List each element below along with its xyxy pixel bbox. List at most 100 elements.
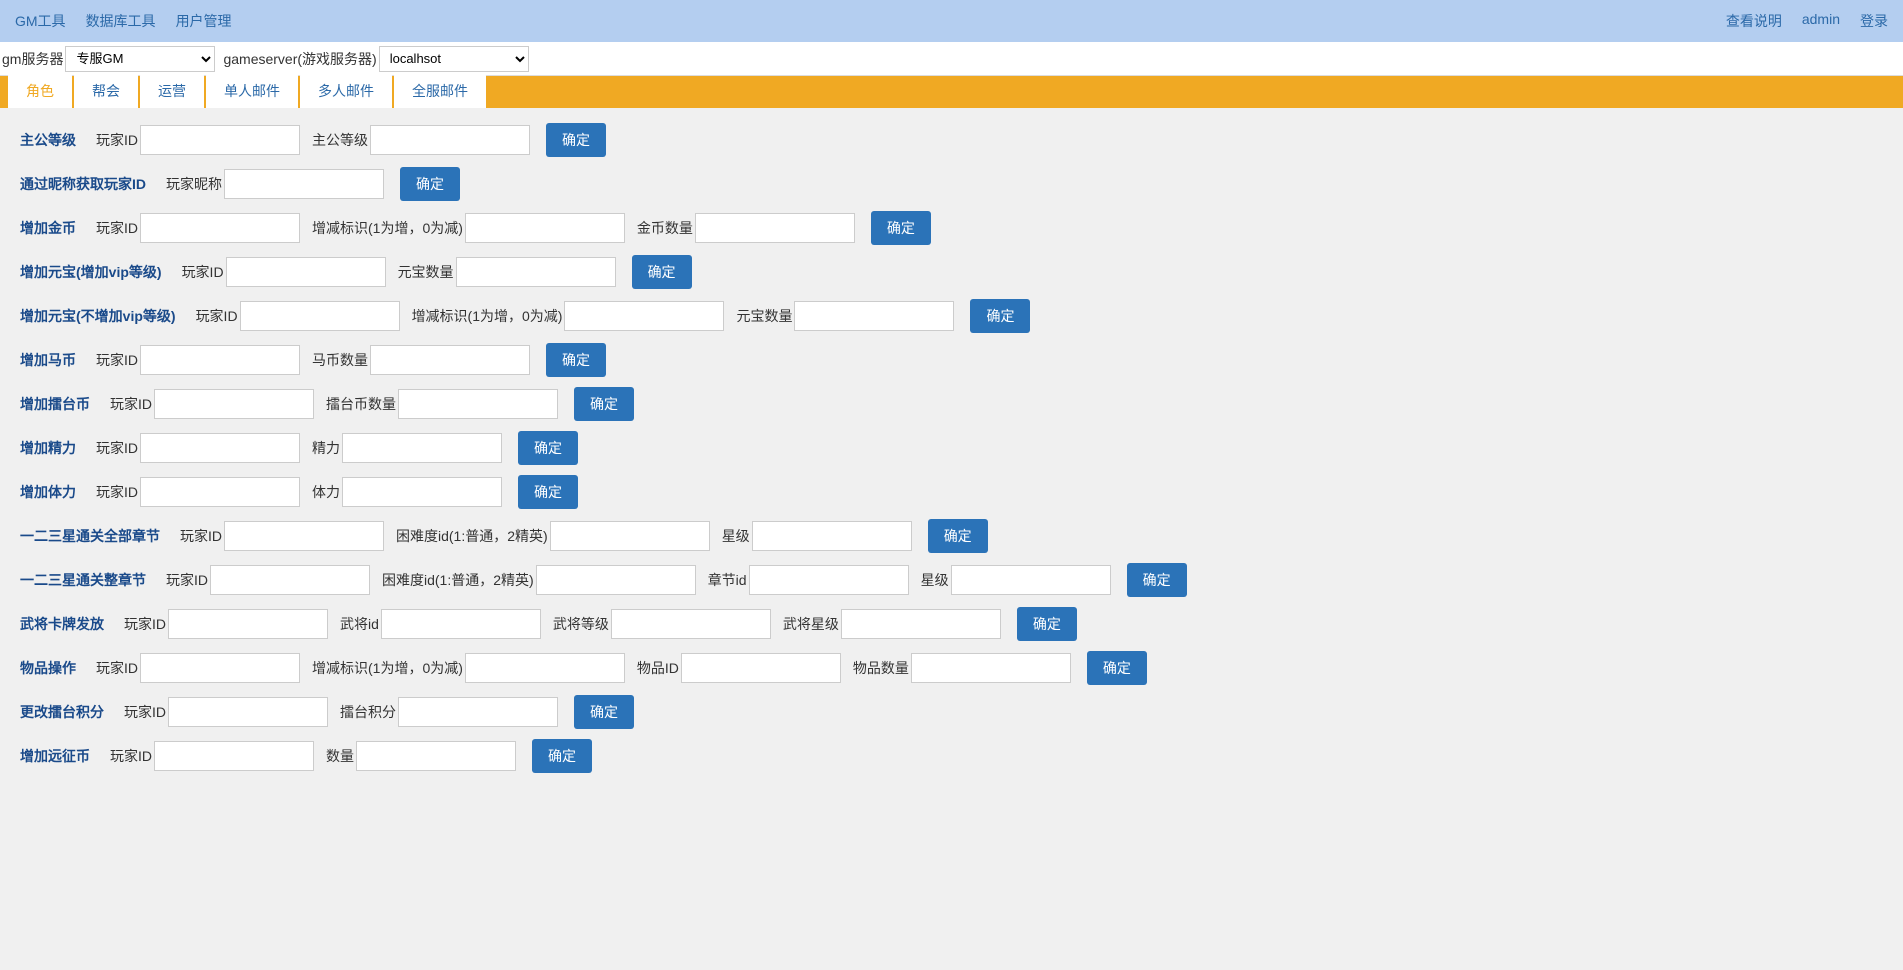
field-input[interactable] xyxy=(240,301,400,331)
content-area: 主公等级玩家ID主公等级确定通过昵称获取玩家ID玩家昵称确定增加金币玩家ID增减… xyxy=(0,108,1903,808)
field-input[interactable] xyxy=(154,389,314,419)
form-title[interactable]: 增加元宝(不增加vip等级) xyxy=(20,306,176,326)
gm-server-select[interactable]: 专服GM xyxy=(65,46,215,72)
form-title[interactable]: 增加体力 xyxy=(20,482,76,502)
field-input[interactable] xyxy=(951,565,1111,595)
confirm-button[interactable]: 确定 xyxy=(546,343,606,377)
field-input[interactable] xyxy=(226,257,386,287)
field-input[interactable] xyxy=(140,653,300,683)
field-input[interactable] xyxy=(370,345,530,375)
form-title[interactable]: 增加元宝(增加vip等级) xyxy=(20,262,162,282)
confirm-button[interactable]: 确定 xyxy=(1017,607,1077,641)
field-input[interactable] xyxy=(140,213,300,243)
confirm-button[interactable]: 确定 xyxy=(1127,563,1187,597)
form-title[interactable]: 一二三星通关整章节 xyxy=(20,570,146,590)
field-input[interactable] xyxy=(356,741,516,771)
field-label: 金币数量 xyxy=(637,218,693,238)
form-title[interactable]: 主公等级 xyxy=(20,130,76,150)
field-label: 体力 xyxy=(312,482,340,502)
field-input[interactable] xyxy=(210,565,370,595)
field-label: 主公等级 xyxy=(312,130,368,150)
field-input[interactable] xyxy=(168,697,328,727)
confirm-button[interactable]: 确定 xyxy=(518,431,578,465)
game-server-select[interactable]: localhsot xyxy=(379,46,529,72)
form-title[interactable]: 武将卡牌发放 xyxy=(20,614,104,634)
form-title[interactable]: 增加擂台币 xyxy=(20,394,90,414)
form-title[interactable]: 增加马币 xyxy=(20,350,76,370)
form-title[interactable]: 增加精力 xyxy=(20,438,76,458)
form-title[interactable]: 一二三星通关全部章节 xyxy=(20,526,160,546)
field-input[interactable] xyxy=(794,301,954,331)
field-input[interactable] xyxy=(398,389,558,419)
field-label: 武将等级 xyxy=(553,614,609,634)
field-input[interactable] xyxy=(611,609,771,639)
nav-gm-tools[interactable]: GM工具 xyxy=(15,11,66,31)
tab-ops[interactable]: 运营 xyxy=(140,74,204,108)
form-title[interactable]: 更改擂台积分 xyxy=(20,702,104,722)
field-input[interactable] xyxy=(841,609,1001,639)
form-row: 增加金币玩家ID增减标识(1为增，0为减)金币数量确定 xyxy=(20,206,1883,250)
field-input[interactable] xyxy=(536,565,696,595)
field-input[interactable] xyxy=(381,609,541,639)
confirm-button[interactable]: 确定 xyxy=(518,475,578,509)
field-input[interactable] xyxy=(456,257,616,287)
confirm-button[interactable]: 确定 xyxy=(970,299,1030,333)
field-label: 擂台积分 xyxy=(340,702,396,722)
field-input[interactable] xyxy=(749,565,909,595)
form-title[interactable]: 物品操作 xyxy=(20,658,76,678)
confirm-button[interactable]: 确定 xyxy=(546,123,606,157)
field-input[interactable] xyxy=(550,521,710,551)
confirm-button[interactable]: 确定 xyxy=(574,387,634,421)
tab-single-mail[interactable]: 单人邮件 xyxy=(206,74,298,108)
field-input[interactable] xyxy=(342,477,502,507)
tab-multi-mail[interactable]: 多人邮件 xyxy=(300,74,392,108)
field-input[interactable] xyxy=(681,653,841,683)
field-label: 数量 xyxy=(326,746,354,766)
field-input[interactable] xyxy=(342,433,502,463)
field-input[interactable] xyxy=(154,741,314,771)
confirm-button[interactable]: 确定 xyxy=(632,255,692,289)
field-input[interactable] xyxy=(370,125,530,155)
form-row: 增加擂台币玩家ID擂台币数量确定 xyxy=(20,382,1883,426)
field-input[interactable] xyxy=(911,653,1071,683)
form-title[interactable]: 通过昵称获取玩家ID xyxy=(20,174,146,194)
nav-db-tools[interactable]: 数据库工具 xyxy=(86,11,156,31)
field-input[interactable] xyxy=(224,169,384,199)
field-input[interactable] xyxy=(140,125,300,155)
form-title[interactable]: 增加远征币 xyxy=(20,746,90,766)
confirm-button[interactable]: 确定 xyxy=(532,739,592,773)
nav-user-mgmt[interactable]: 用户管理 xyxy=(176,11,232,31)
field-input[interactable] xyxy=(465,213,625,243)
field-label: 星级 xyxy=(921,570,949,590)
form-row: 增加体力玩家ID体力确定 xyxy=(20,470,1883,514)
nav-login[interactable]: 登录 xyxy=(1860,11,1888,31)
field-input[interactable] xyxy=(140,433,300,463)
field-input[interactable] xyxy=(398,697,558,727)
confirm-button[interactable]: 确定 xyxy=(1087,651,1147,685)
field-input[interactable] xyxy=(140,345,300,375)
field-input[interactable] xyxy=(564,301,724,331)
field-label: 精力 xyxy=(312,438,340,458)
tab-role[interactable]: 角色 xyxy=(8,74,72,108)
top-navbar: GM工具 数据库工具 用户管理 查看说明 admin 登录 xyxy=(0,0,1903,42)
confirm-button[interactable]: 确定 xyxy=(871,211,931,245)
field-label: 章节id xyxy=(708,570,747,590)
form-row: 物品操作玩家ID增减标识(1为增，0为减)物品ID物品数量确定 xyxy=(20,646,1883,690)
field-input[interactable] xyxy=(140,477,300,507)
nav-view-desc[interactable]: 查看说明 xyxy=(1726,11,1782,31)
field-input[interactable] xyxy=(224,521,384,551)
field-input[interactable] xyxy=(465,653,625,683)
confirm-button[interactable]: 确定 xyxy=(400,167,460,201)
form-title[interactable]: 增加金币 xyxy=(20,218,76,238)
form-row: 更改擂台积分玩家ID擂台积分确定 xyxy=(20,690,1883,734)
field-input[interactable] xyxy=(168,609,328,639)
tab-all-server-mail[interactable]: 全服邮件 xyxy=(394,74,486,108)
confirm-button[interactable]: 确定 xyxy=(928,519,988,553)
field-input[interactable] xyxy=(695,213,855,243)
field-label: 玩家昵称 xyxy=(166,174,222,194)
confirm-button[interactable]: 确定 xyxy=(574,695,634,729)
field-input[interactable] xyxy=(752,521,912,551)
tab-guild[interactable]: 帮会 xyxy=(74,74,138,108)
field-label: 增减标识(1为增，0为减) xyxy=(412,306,563,326)
nav-admin[interactable]: admin xyxy=(1802,11,1840,31)
